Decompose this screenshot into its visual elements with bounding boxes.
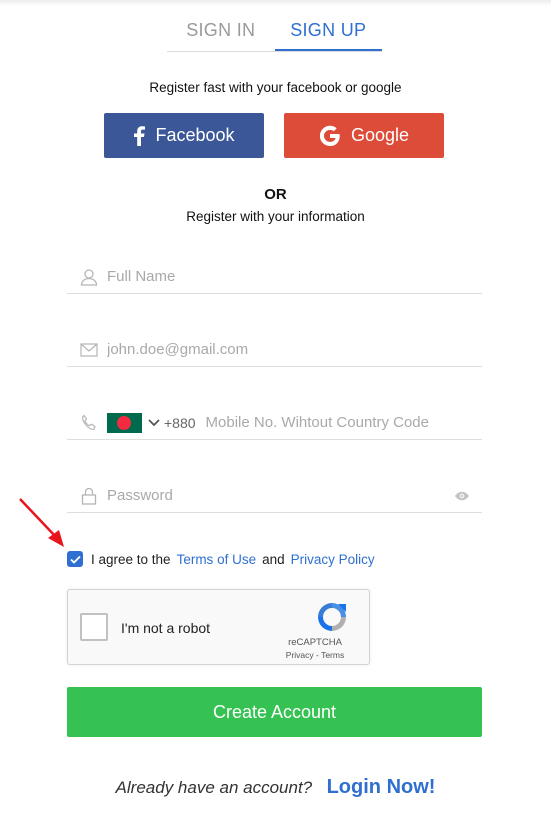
tab-sign-up[interactable]: SIGN UP [274,0,382,51]
facebook-button[interactable]: Facebook [104,113,264,158]
phone-field: +880 [67,406,482,440]
google-label: Google [350,125,410,145]
terms-link[interactable]: Terms of Use [177,552,257,567]
annotation-arrow-icon [19,498,64,547]
recaptcha-widget: I'm not a robot reCAPTCHA Privacy - Term… [67,589,370,665]
recaptcha-logo-icon [318,603,346,631]
auth-tabs: SIGN IN SIGN UP [167,0,382,52]
email-field [67,333,482,367]
phone-icon [77,413,101,433]
or-divider: OR [264,186,287,203]
login-now-link[interactable]: Login Now! [327,776,436,798]
agree-checkbox[interactable] [67,551,83,567]
lock-icon [77,486,101,506]
country-code: +880 [164,414,196,431]
password-field [67,479,482,513]
recaptcha-label: I'm not a robot [121,620,211,636]
google-icon [319,125,340,146]
agree-prefix: I agree to the [91,551,171,567]
agree-and: and [262,551,285,567]
recaptcha-checkbox[interactable] [80,613,108,641]
eye-icon[interactable] [452,486,472,506]
register-info-text: Register with your information [186,209,365,224]
full-name-field [67,260,482,294]
email-input[interactable] [107,334,482,365]
already-account-text: Already have an account? [115,778,313,797]
password-input[interactable] [107,480,452,511]
mobile-input[interactable] [205,407,482,438]
facebook-label: Facebook [155,125,235,145]
chevron-down-icon[interactable] [148,418,160,427]
checkmark-icon [69,555,81,564]
create-account-button[interactable]: Create Account [67,687,482,737]
facebook-icon [134,125,146,146]
tab-sign-in[interactable]: SIGN IN [167,0,275,51]
social-intro-text: Register fast with your facebook or goog… [149,80,402,95]
bangladesh-flag-icon[interactable] [107,412,142,433]
terms-agreement: I agree to the Terms of Use and Privacy … [67,551,375,567]
full-name-input[interactable] [107,261,482,292]
recaptcha-brand: reCAPTCHA [288,637,342,648]
google-button[interactable]: Google [284,113,444,158]
privacy-link[interactable]: Privacy Policy [291,552,375,567]
user-icon [77,267,101,287]
login-prompt: Already have an account? Login Now! [0,776,551,799]
recaptcha-links[interactable]: Privacy - Terms [275,650,355,660]
envelope-icon [77,340,101,360]
